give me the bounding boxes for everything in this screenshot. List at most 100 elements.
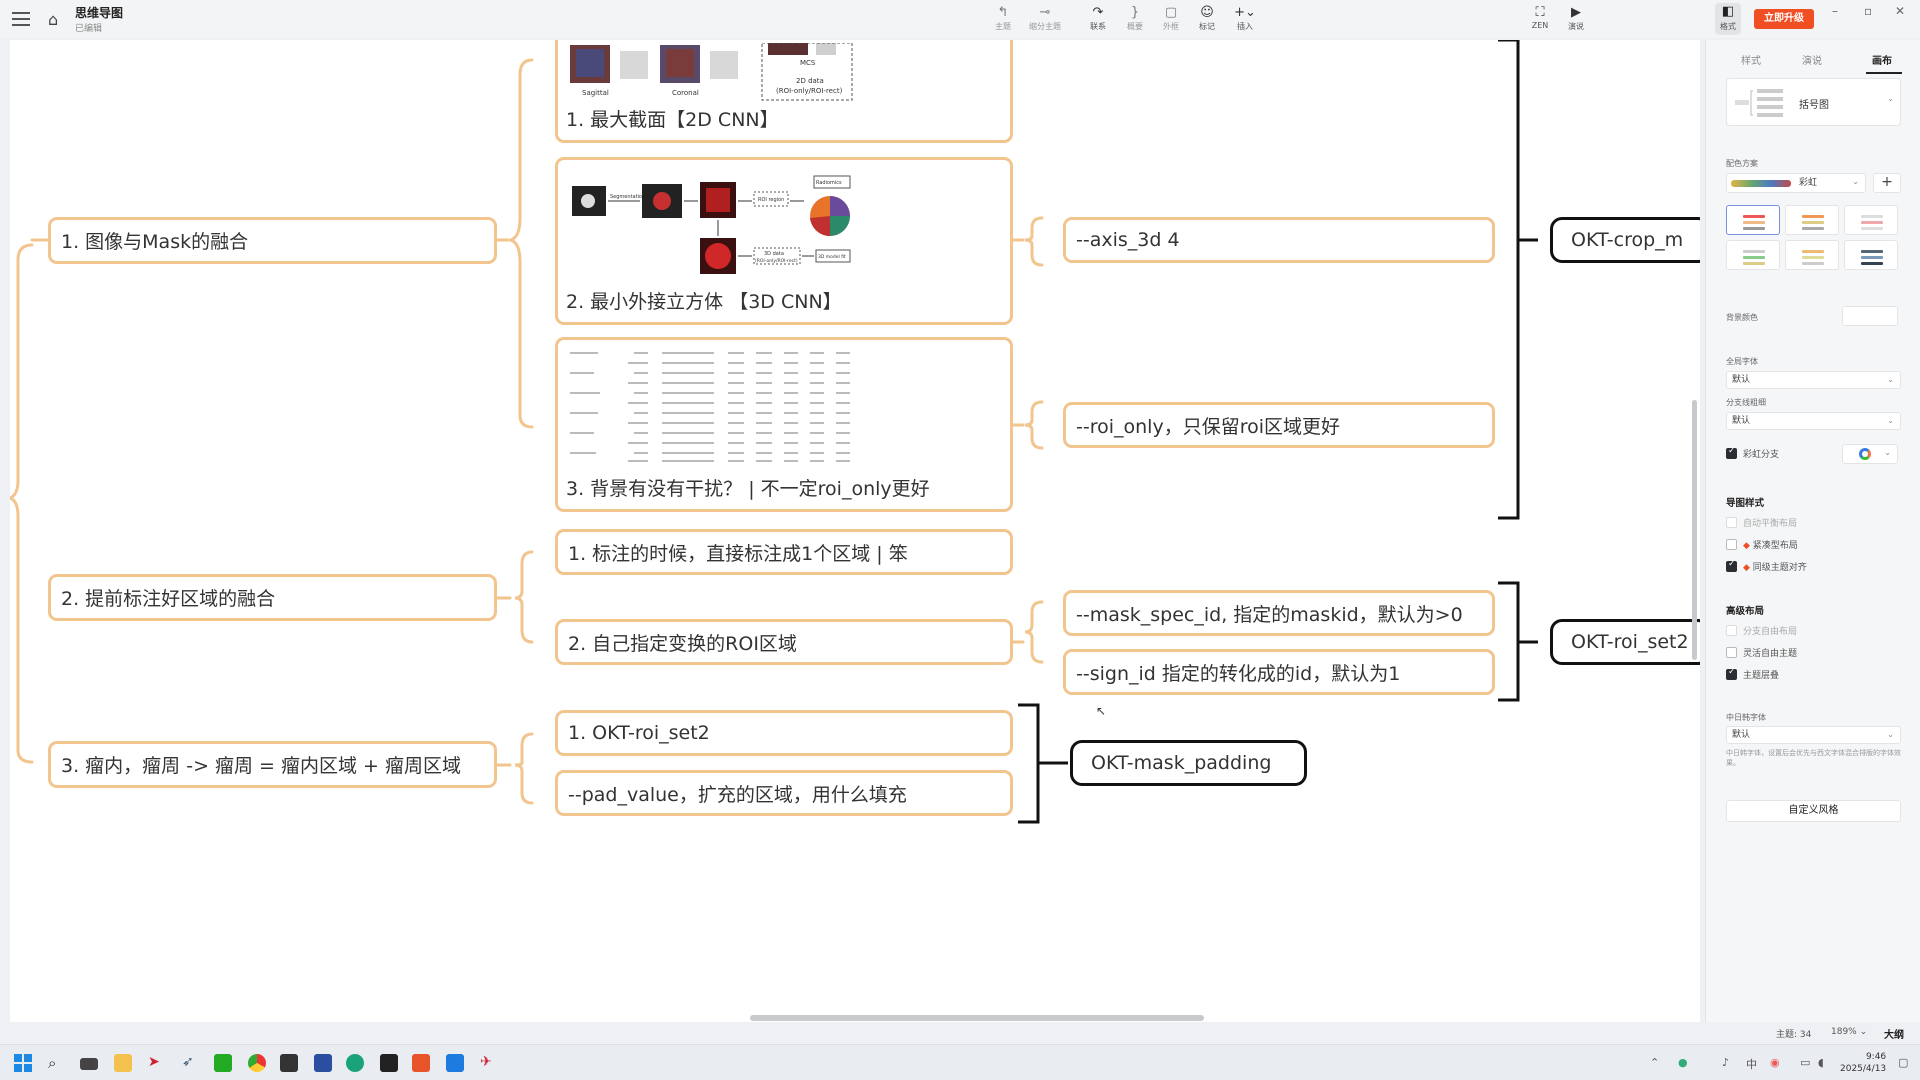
color-scheme-label: 配色方案 (1726, 159, 1758, 168)
topic-intra-peri-tumor[interactable]: 3. 瘤内，瘤周 -> 瘤周 = 瘤内区域 + 瘤周区域 (48, 741, 497, 788)
minimize-button[interactable]: – (1832, 4, 1838, 18)
compact-layout-checkbox[interactable] (1726, 539, 1737, 550)
param-axis-3d[interactable]: --axis_3d 4 (1063, 217, 1495, 263)
summary-okt-crop[interactable]: OKT-crop_m (1550, 217, 1700, 263)
chevron-down-icon: ⌄ (1884, 448, 1891, 457)
subtopic-pad-value[interactable]: --pad_value，扩充的区域，用什么填充 (555, 770, 1013, 816)
label-2d-data: 2D data (796, 77, 824, 85)
subtopic-annotate-single-region[interactable]: 1. 标注的时候，直接标注成1个区域 | 笨 (555, 529, 1013, 575)
subtopic-background-interference[interactable]: 3. 背景有没有干扰？ | 不一定roi_only更好 (555, 337, 1013, 512)
theme-swatch-2[interactable] (1785, 205, 1839, 235)
subtopic-okt-roi-set2[interactable]: 1. OKT-roi_set2 (555, 710, 1013, 756)
param-mask-spec-id[interactable]: --mask_spec_id, 指定的maskid，默认为>0 (1063, 590, 1495, 636)
microphone-icon[interactable]: ♪ (1722, 1056, 1729, 1069)
terminal-app-icon[interactable] (280, 1054, 298, 1072)
theme-swatch-1[interactable] (1726, 205, 1780, 235)
subtopic-2d-cnn[interactable]: Sagittal Coronal MCS 2D data (ROI-only/R… (555, 40, 1013, 143)
subtopic-custom-roi[interactable]: 2. 自己指定变换的ROI区域 (555, 619, 1013, 665)
marker-icon: ☺ (1200, 5, 1214, 20)
topic-button[interactable]: ↰ 主题 (985, 5, 1021, 32)
subtopic-button[interactable]: ⊸ 缩分主题 (1027, 5, 1063, 32)
global-font-select[interactable]: 默认 ⌄ (1726, 371, 1901, 389)
compact-layout-label: ◆ 紧凑型布局 (1743, 541, 1798, 551)
ime-icon[interactable]: 中 (1746, 1056, 1757, 1072)
subtopic-2d-cnn-label: 1. 最大截面【2D CNN】 (566, 109, 779, 131)
topic-overlap-checkbox[interactable] (1726, 667, 1737, 680)
upgrade-button[interactable]: 立即升级 (1754, 9, 1814, 29)
boundary-button[interactable]: ▢ 外框 (1153, 5, 1189, 32)
add-scheme-button[interactable]: + (1873, 173, 1901, 193)
summary-okt-mask-padding[interactable]: OKT-mask_padding (1070, 740, 1307, 786)
tab-canvas[interactable]: 画布 (1872, 52, 1892, 67)
windows-start-icon[interactable] (14, 1054, 32, 1072)
subtopic-3d-cnn[interactable]: Segmentation ROI region Radiomics 3D dat… (555, 157, 1013, 325)
notification-icon[interactable]: ▢ (1898, 1056, 1908, 1069)
volume-icon[interactable]: ◖ (1818, 1056, 1824, 1069)
outline-button[interactable]: 大纲 (1884, 1026, 1904, 1041)
zoom-level[interactable]: 189% ⌄ (1831, 1027, 1867, 1037)
task-view-icon[interactable] (80, 1058, 98, 1070)
menu-icon[interactable] (12, 12, 30, 26)
taskbar: ⌕ ➤ ➶ ✈ ⌃ ● ♪ 中 ◉ ▭ ◖ 9:46 2025/4/13 ▢ (0, 1044, 1920, 1080)
align-siblings-checkbox[interactable] (1726, 559, 1737, 572)
topic-preannotated-fusion[interactable]: 2. 提前标注好区域的融合 (48, 574, 497, 621)
theme-swatch-6[interactable] (1844, 240, 1898, 270)
branch-color-select[interactable]: ⌄ (1842, 444, 1898, 464)
tray-security-icon[interactable]: ◉ (1770, 1056, 1780, 1069)
word-icon[interactable] (314, 1054, 332, 1072)
branch-free-checkbox[interactable] (1726, 625, 1737, 636)
relation-button[interactable]: ↷ 联系 (1080, 5, 1116, 32)
structure-select[interactable]: 括号图 ⌄ (1726, 78, 1901, 126)
tray-chevron-icon[interactable]: ⌃ (1650, 1056, 1659, 1069)
system-clock[interactable]: 9:46 2025/4/13 (1840, 1051, 1886, 1075)
color-scheme-select[interactable]: 彩虹 ⌄ (1726, 173, 1866, 193)
format-panel-toggle[interactable]: ◧ 格式 (1715, 3, 1741, 35)
thumbnail-results-table (570, 352, 850, 462)
app-bird-icon[interactable]: ✈ (480, 1054, 498, 1072)
app-feather-icon[interactable]: ➶ (182, 1054, 200, 1072)
mindmap-canvas[interactable]: 1. 图像与Mask的融合 2. 提前标注好区域的融合 3. 瘤内，瘤周 -> … (10, 40, 1700, 1022)
theme-swatch-5[interactable] (1785, 240, 1839, 270)
insert-button[interactable]: +⌄ 插入 (1227, 5, 1263, 32)
chevron-down-icon: ⌄ (1887, 416, 1894, 425)
topic-image-mask-fusion[interactable]: 1. 图像与Mask的融合 (48, 217, 497, 264)
theme-swatch-4[interactable] (1726, 240, 1780, 270)
custom-style-button[interactable]: 自定义风格 (1726, 800, 1901, 822)
theme-swatch-3[interactable] (1844, 205, 1898, 235)
maximize-button[interactable]: ▫ (1864, 4, 1872, 18)
marker-button[interactable]: ☺ 标记 (1189, 5, 1225, 32)
home-icon[interactable]: ⌂ (48, 10, 58, 29)
cjk-font-note: 中日韩字体，设置后会优先与西文字体混合排版的字体效果。 (1726, 749, 1901, 767)
vertical-scrollbar[interactable] (1692, 400, 1697, 660)
tab-style[interactable]: 样式 (1741, 52, 1761, 67)
present-button[interactable]: ▶ 演说 (1558, 5, 1594, 32)
branch-line-select[interactable]: 默认 ⌄ (1726, 412, 1901, 430)
document-title: 思维导图 (75, 6, 124, 20)
xmind-icon[interactable] (412, 1054, 430, 1072)
file-explorer-icon[interactable] (114, 1054, 132, 1072)
close-button[interactable]: ✕ (1895, 4, 1905, 18)
search-icon[interactable]: ⌕ (48, 1054, 66, 1072)
bg-color-picker[interactable] (1842, 306, 1898, 326)
tray-app-icon[interactable]: ● (1678, 1056, 1688, 1069)
network-icon[interactable]: ▭ (1800, 1056, 1810, 1069)
auto-balance-checkbox[interactable] (1726, 517, 1737, 528)
app-arrow-icon[interactable]: ➤ (148, 1054, 166, 1072)
param-roi-only[interactable]: --roi_only，只保留roi区域更好 (1063, 402, 1495, 448)
flexible-topic-checkbox[interactable] (1726, 647, 1737, 658)
topic-overlap-label: 主题层叠 (1743, 671, 1780, 681)
mouse-cursor: ↖ (1096, 704, 1107, 718)
edge-icon[interactable] (346, 1054, 364, 1072)
summary-button[interactable]: } 概要 (1117, 5, 1153, 32)
cmd-icon[interactable] (380, 1054, 398, 1072)
cjk-font-select[interactable]: 默认 ⌄ (1726, 726, 1901, 744)
zen-button[interactable]: ⛶ ZEN (1522, 5, 1558, 30)
horizontal-scrollbar[interactable] (750, 1015, 1204, 1021)
pycharm-icon[interactable] (214, 1054, 232, 1072)
chrome-icon[interactable] (248, 1054, 266, 1072)
chat-app-icon[interactable] (446, 1054, 464, 1072)
param-sign-id[interactable]: --sign_id 指定的转化成的id，默认为1 (1063, 649, 1495, 695)
rainbow-branch-checkbox[interactable] (1726, 446, 1737, 459)
tab-present[interactable]: 演说 (1802, 52, 1822, 67)
summary-okt-roi-set2[interactable]: OKT-roi_set2 (1550, 619, 1700, 665)
